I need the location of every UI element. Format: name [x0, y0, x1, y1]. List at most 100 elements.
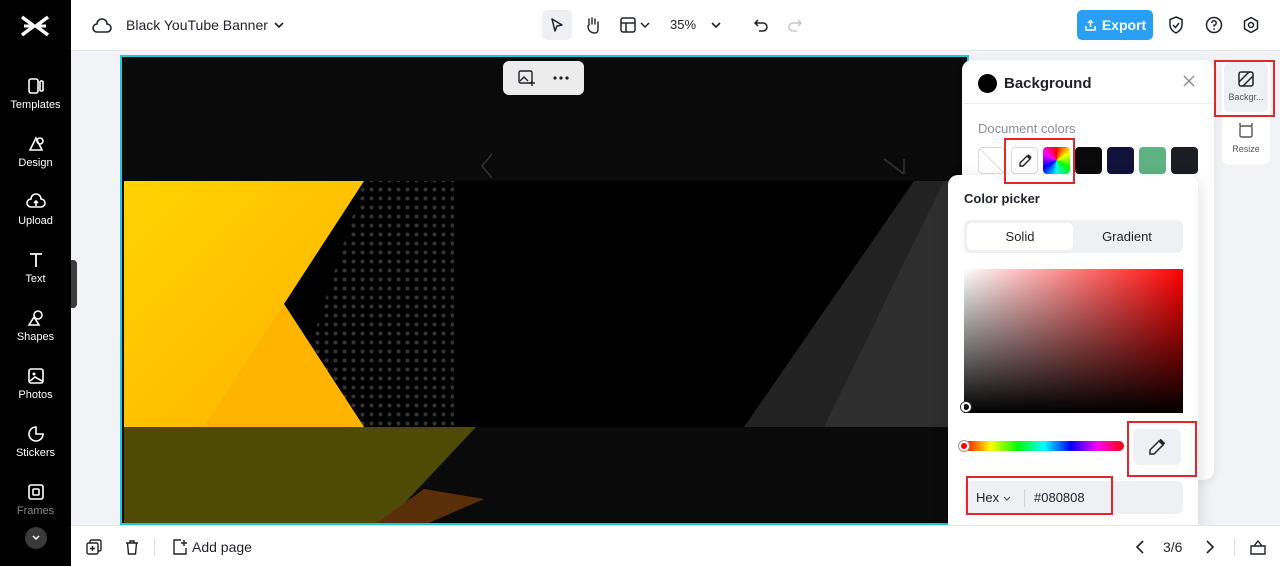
saturation-handle[interactable] — [961, 402, 971, 412]
bottom-bar: Add page 3/6 — [71, 525, 1280, 566]
rail-background-button[interactable]: Backgr... — [1224, 62, 1268, 112]
add-page-icon[interactable] — [171, 538, 189, 556]
layout-icon — [620, 17, 650, 33]
background-icon — [1238, 71, 1254, 87]
sidebar-item-stickers[interactable]: Stickers — [0, 424, 71, 472]
chevron-down-icon — [32, 535, 40, 541]
color-picker-popup: Color picker Solid Gradient Hex — [948, 175, 1198, 533]
ellipsis-icon — [553, 76, 569, 80]
document-colors-label: Document colors — [978, 121, 1076, 136]
design-icon — [28, 136, 44, 151]
canvas-floating-toolbar — [503, 61, 584, 95]
color-swatch[interactable] — [1107, 147, 1134, 174]
top-toolbar: Black YouTube Banner 35% Export — [71, 0, 1280, 51]
sidebar-item-frames[interactable]: Frames — [0, 482, 71, 530]
color-format-label: Hex — [976, 490, 1000, 505]
photos-icon — [27, 368, 44, 384]
page-indicator: 3/6 — [1163, 539, 1183, 555]
sidebar-item-label: Design — [18, 157, 53, 169]
color-format-select[interactable]: Hex — [976, 490, 1011, 505]
tab-solid[interactable]: Solid — [967, 223, 1073, 250]
replace-image-button[interactable] — [518, 70, 536, 86]
undo-icon[interactable] — [751, 15, 771, 35]
templates-icon — [27, 78, 44, 94]
resize-icon — [1239, 123, 1253, 138]
export-label: Export — [1101, 17, 1147, 33]
tab-gradient[interactable]: Gradient — [1074, 223, 1180, 250]
sidebar-item-design[interactable]: Design — [0, 134, 71, 182]
sidebar-item-label: Upload — [18, 215, 53, 227]
cloud-save-icon[interactable] — [91, 15, 113, 37]
duplicate-page-icon[interactable] — [85, 538, 103, 556]
chevron-left-icon[interactable] — [1131, 538, 1149, 556]
hex-input-row: Hex — [964, 481, 1183, 514]
hex-value-input[interactable] — [1034, 490, 1134, 505]
color-swatch[interactable] — [1139, 147, 1166, 174]
panel-title: Background — [1004, 75, 1092, 92]
hex-separator — [1024, 489, 1025, 507]
rail-background-label: Backgr... — [1228, 92, 1264, 102]
sidebar-item-label: Shapes — [16, 331, 55, 343]
more-options-button[interactable] — [553, 76, 569, 80]
color-picker-title: Color picker — [964, 191, 1040, 206]
color-swatch[interactable] — [1171, 147, 1198, 174]
export-button[interactable]: Export — [1077, 10, 1153, 40]
document-title[interactable]: Black YouTube Banner — [126, 17, 268, 33]
sidebar-collapse-handle[interactable] — [71, 260, 77, 308]
cursor-icon — [551, 18, 563, 32]
sidebar-more-button[interactable] — [25, 527, 47, 549]
trash-icon[interactable] — [123, 538, 141, 556]
rail-resize-button[interactable]: Resize — [1222, 122, 1270, 162]
close-icon[interactable] — [1182, 74, 1196, 93]
shield-icon[interactable] — [1166, 15, 1186, 35]
swatch-none[interactable] — [978, 147, 1005, 174]
sidebar-item-label: Stickers — [15, 447, 56, 459]
add-page-button[interactable]: Add page — [192, 539, 252, 555]
rainbow-swatch[interactable] — [1043, 147, 1070, 174]
zoom-level[interactable]: 35% — [670, 17, 696, 32]
eyedropper-icon — [1149, 438, 1166, 455]
hand-tool-button[interactable] — [578, 10, 608, 40]
gear-icon[interactable] — [1241, 15, 1261, 35]
capcut-logo[interactable] — [20, 13, 50, 39]
chevron-down-icon — [1003, 496, 1011, 501]
chevron-right-icon[interactable] — [1201, 538, 1219, 556]
background-color-dot — [978, 74, 997, 93]
rail-resize-label: Resize — [1232, 144, 1260, 154]
image-add-icon — [518, 70, 535, 86]
sidebar-item-label: Photos — [18, 389, 53, 401]
help-icon[interactable] — [1204, 15, 1224, 35]
right-rail: Backgr... Resize — [1222, 60, 1270, 165]
redo-icon[interactable] — [785, 15, 805, 35]
sidebar-item-upload[interactable]: Upload — [0, 192, 71, 240]
layout-button[interactable] — [616, 12, 656, 38]
shapes-icon — [27, 310, 43, 326]
sidebar-item-templates[interactable]: Templates — [0, 76, 71, 124]
sidebar-item-label: Text — [25, 273, 46, 285]
chevron-down-icon[interactable] — [272, 18, 286, 32]
zoom-dropdown-icon[interactable] — [709, 18, 723, 32]
hue-slider[interactable] — [964, 441, 1124, 451]
left-sidebar: Templates Design Upload Text Shapes Phot… — [0, 0, 71, 566]
hue-slider-handle[interactable] — [959, 441, 969, 451]
stickers-icon — [27, 426, 44, 442]
sidebar-item-text[interactable]: Text — [0, 250, 71, 298]
saturation-value-area[interactable] — [964, 269, 1183, 413]
sidebar-item-label: Templates — [10, 99, 61, 111]
panel-divider — [962, 103, 1214, 104]
eyedropper-icon — [1018, 153, 1032, 167]
eyedropper-button[interactable] — [1133, 429, 1181, 465]
bottom-divider — [1234, 538, 1235, 556]
sidebar-item-label: Frames — [16, 505, 55, 517]
fill-type-toggle: Solid Gradient — [964, 220, 1183, 253]
design-canvas[interactable] — [120, 55, 969, 525]
banner-artwork — [124, 59, 967, 523]
eyedropper-swatch[interactable] — [1011, 147, 1038, 174]
pages-panel-icon[interactable] — [1249, 538, 1267, 556]
upload-icon — [25, 193, 46, 208]
color-swatch[interactable] — [1075, 147, 1102, 174]
sidebar-item-photos[interactable]: Photos — [0, 366, 71, 414]
sidebar-item-shapes[interactable]: Shapes — [0, 308, 71, 356]
select-tool-button[interactable] — [542, 10, 572, 40]
frames-icon — [27, 484, 44, 500]
